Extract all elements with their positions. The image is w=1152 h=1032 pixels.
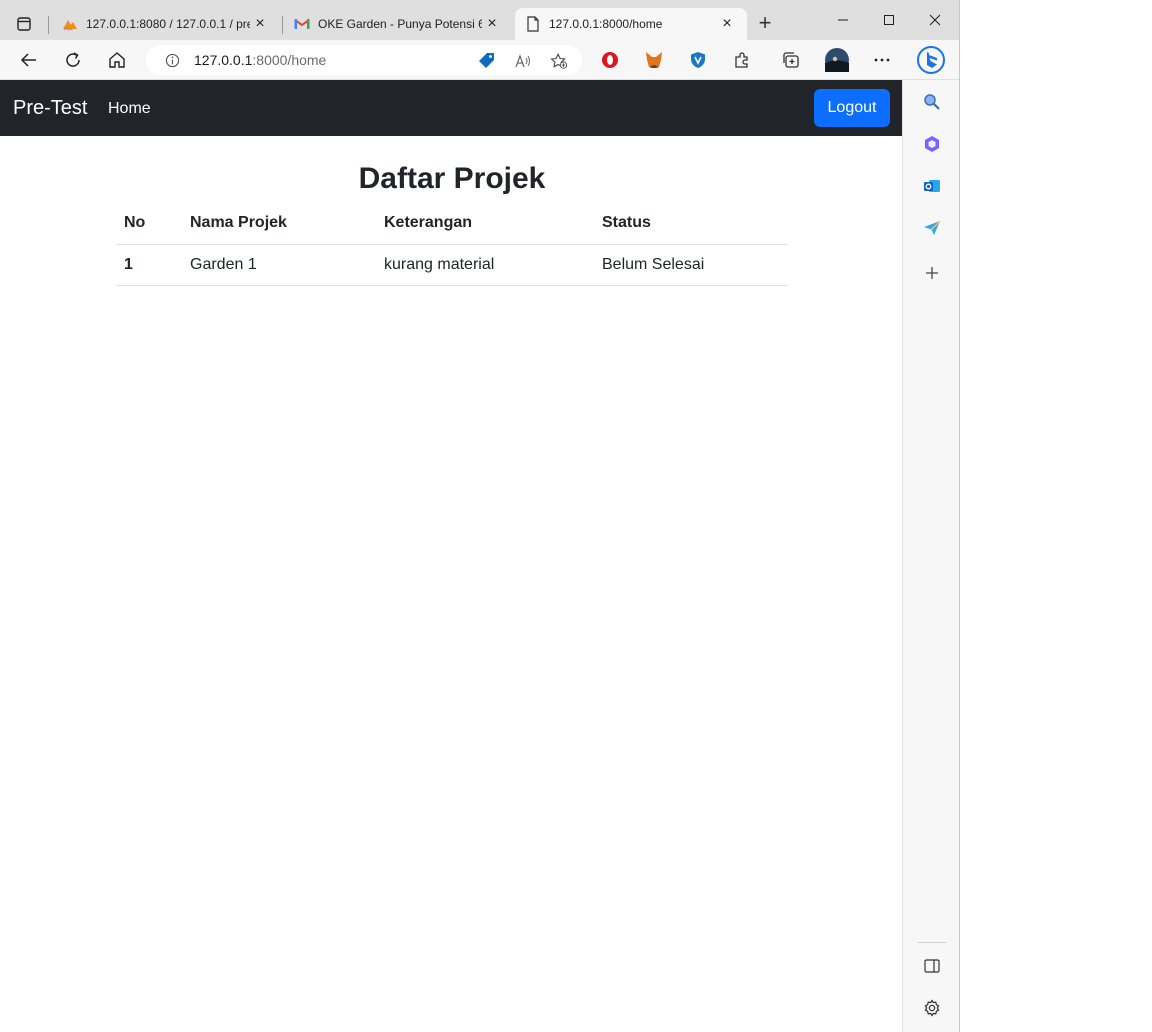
navbar-brand[interactable]: Pre-Test <box>13 97 87 120</box>
url-host: 127.0.0.1 <box>194 52 253 68</box>
collections-icon[interactable] <box>775 44 807 76</box>
table-row: 1 Garden 1 kurang material Belum Selesai <box>116 244 788 286</box>
tab-home[interactable]: 127.0.0.1:8000/home × <box>515 8 747 40</box>
close-window-icon[interactable] <box>912 0 958 40</box>
page-title: Daftar Projek <box>358 162 546 195</box>
phpmyadmin-icon: PMA <box>62 16 78 32</box>
tab-phpmyadmin[interactable]: PMA 127.0.0.1:8080 / 127.0.0.1 / pre_ × <box>52 8 280 40</box>
browser-window: PMA 127.0.0.1:8080 / 127.0.0.1 / pre_ × … <box>0 0 960 1032</box>
opera-extension-icon[interactable] <box>594 44 626 76</box>
sidebar-divider <box>918 942 946 943</box>
tab-actions-icon[interactable] <box>8 8 40 40</box>
address-bar[interactable]: 127.0.0.1:8000/home <box>146 45 582 75</box>
new-tab-icon[interactable]: + <box>752 10 778 36</box>
shield-extension-icon[interactable] <box>682 44 714 76</box>
project-table: No Nama Projek Keterangan Status 1 Garde… <box>116 203 788 286</box>
close-tab-icon[interactable]: × <box>717 14 737 34</box>
home-icon[interactable] <box>101 44 133 76</box>
web-page: Pre-Test Home Logout Daftar Projek No Na… <box>0 80 902 1032</box>
tab-title: 127.0.0.1:8080 / 127.0.0.1 / pre_ <box>86 17 250 31</box>
office-icon[interactable] <box>918 130 946 158</box>
settings-gear-icon[interactable] <box>918 994 946 1022</box>
cell-nama-projek: Garden 1 <box>182 244 376 286</box>
send-icon[interactable] <box>918 214 946 242</box>
column-header-nama-projek: Nama Projek <box>182 203 376 245</box>
extensions-puzzle-icon[interactable] <box>726 44 758 76</box>
site-info-icon[interactable] <box>164 52 180 68</box>
read-aloud-icon[interactable] <box>514 52 532 70</box>
minimize-icon[interactable] <box>820 0 866 40</box>
column-header-status: Status <box>594 203 788 245</box>
outlook-icon[interactable] <box>918 172 946 200</box>
tab-title: OKE Garden - Punya Potensi 6 - <box>318 17 482 31</box>
column-header-keterangan: Keterangan <box>376 203 594 245</box>
close-tab-icon[interactable]: × <box>482 14 502 34</box>
page-icon <box>525 16 541 32</box>
browser-toolbar: 127.0.0.1:8000/home <box>0 40 959 80</box>
logout-button[interactable]: Logout <box>814 89 890 127</box>
close-tab-icon[interactable]: × <box>250 14 270 34</box>
address-url[interactable]: 127.0.0.1:8000/home <box>194 52 326 68</box>
favorite-add-icon[interactable] <box>550 52 568 70</box>
navbar: Pre-Test Home Logout <box>0 80 902 136</box>
metamask-fox-icon[interactable] <box>638 44 670 76</box>
maximize-icon[interactable] <box>866 0 912 40</box>
tab-title: 127.0.0.1:8000/home <box>549 17 663 31</box>
hide-sidebar-icon[interactable] <box>918 952 946 980</box>
tab-separator <box>282 16 283 34</box>
tab-strip: PMA 127.0.0.1:8080 / 127.0.0.1 / pre_ × … <box>0 0 959 40</box>
more-menu-icon[interactable] <box>866 44 898 76</box>
shopping-tag-icon[interactable] <box>478 52 496 70</box>
nav-link-home[interactable]: Home <box>108 100 151 118</box>
column-header-no: No <box>116 203 182 245</box>
url-path: :8000/home <box>252 52 327 68</box>
table-header-row: No Nama Projek Keterangan Status <box>116 203 788 245</box>
cell-keterangan: kurang material <box>376 244 594 286</box>
cell-no: 1 <box>116 244 182 286</box>
refresh-icon[interactable] <box>57 44 89 76</box>
add-icon[interactable] <box>918 259 946 287</box>
search-icon[interactable] <box>918 88 946 116</box>
profile-avatar[interactable] <box>821 44 853 76</box>
svg-text:PMA: PMA <box>64 27 73 32</box>
back-icon[interactable] <box>13 44 45 76</box>
tab-separator <box>48 16 49 34</box>
gmail-icon <box>294 16 310 32</box>
bing-copilot-icon[interactable] <box>914 43 948 77</box>
cell-status: Belum Selesai <box>594 244 788 286</box>
edge-sidebar <box>902 80 959 1032</box>
tab-gmail[interactable]: OKE Garden - Punya Potensi 6 - × <box>284 8 512 40</box>
